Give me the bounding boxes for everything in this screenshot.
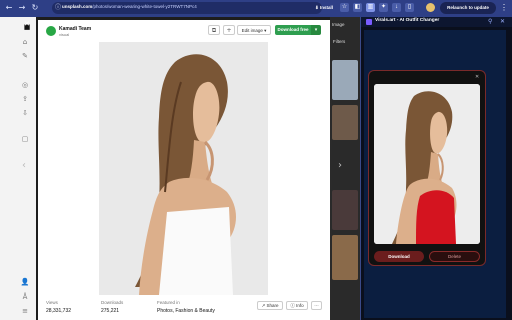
home-icon[interactable]: ⌂ <box>20 37 30 47</box>
extension-icons: ☆ ◧ ▥ ✦ ↓ ▯ <box>340 3 414 13</box>
star-icon[interactable]: ☆ <box>340 3 349 12</box>
browser-menu-icon[interactable]: ⋮ <box>500 3 508 13</box>
install-button[interactable]: ⬇ Install <box>315 3 333 13</box>
extension-logo-icon <box>366 19 372 25</box>
add-to-collection-icon[interactable]: + <box>223 25 235 35</box>
previous-photo-icon[interactable]: ‹ <box>22 160 26 171</box>
pin-icon[interactable]: ⚲ <box>488 18 492 25</box>
download-free-button[interactable]: Download free <box>275 25 311 35</box>
featured-label: Featured in <box>157 300 180 305</box>
user-icon[interactable]: 👤 <box>20 277 30 287</box>
puzzle-icon[interactable]: ✦ <box>379 3 388 12</box>
info-button[interactable]: ⓘ Info <box>286 301 308 310</box>
forward-icon[interactable]: → <box>17 3 27 13</box>
gallery-thumbnail[interactable] <box>332 60 358 100</box>
gallery-thumbnail[interactable] <box>332 105 358 140</box>
author-avatar[interactable] <box>46 26 56 36</box>
download-result-button[interactable]: Download <box>374 251 424 262</box>
extension-icon[interactable]: ◧ <box>353 3 362 12</box>
upload-icon[interactable]: ⇪ <box>20 94 30 104</box>
share-button[interactable]: ↗ Share <box>257 301 283 310</box>
collection-icon[interactable]: ▢ <box>20 134 30 144</box>
delete-result-button[interactable]: Delete <box>429 251 480 262</box>
language-icon[interactable]: Å <box>20 292 30 302</box>
close-result-icon[interactable]: ✕ <box>475 74 479 80</box>
strip-label: Image <box>332 22 345 27</box>
download-icon[interactable]: ↓ <box>392 3 401 12</box>
edit-icon[interactable]: ✎ <box>20 51 30 61</box>
close-icon[interactable]: ✕ <box>24 20 30 28</box>
gallery-thumbnail[interactable] <box>332 235 358 280</box>
downloads-value: 275,221 <box>101 308 120 314</box>
explore-icon[interactable]: ◎ <box>20 80 30 90</box>
views-label: Views <box>46 300 58 305</box>
gallery-thumbnail[interactable] <box>332 190 358 230</box>
outfit-result-image[interactable] <box>374 84 480 244</box>
reload-icon[interactable]: ↻ <box>30 3 40 13</box>
edit-image-button[interactable]: Edit image ▾ <box>237 25 271 35</box>
close-panel-icon[interactable]: ✕ <box>500 18 505 25</box>
download-options-chevron-icon[interactable]: ▾ <box>311 25 321 35</box>
featured-value[interactable]: Photos, Fashion & Beauty <box>157 308 215 314</box>
side-panel-title: Virals.art - AI Outfit Changer <box>375 18 440 23</box>
sidebar-toggle-icon[interactable]: ▯ <box>405 3 414 12</box>
profile-avatar[interactable] <box>426 3 435 12</box>
downloads-label: Downloads <box>101 300 124 305</box>
back-icon[interactable]: ← <box>4 3 14 13</box>
relaunch-button[interactable]: Relaunch to update <box>440 2 496 14</box>
author-handle: visual <box>59 32 70 37</box>
more-options-button[interactable]: ··· <box>311 301 322 310</box>
menu-icon[interactable]: ≡ <box>20 306 30 316</box>
left-rail <box>0 17 36 320</box>
download-icon[interactable]: ⇩ <box>20 108 30 118</box>
bookmark-icon[interactable]: ⧉ <box>208 25 220 35</box>
url-text: unsplash.com/photos/woman-wearing-white-… <box>62 4 197 9</box>
views-value: 28,331,732 <box>46 308 72 314</box>
filters-label[interactable]: Filters <box>333 39 345 44</box>
side-panel-icon[interactable]: ▥ <box>366 3 375 12</box>
main-photo[interactable] <box>99 42 268 295</box>
next-photo-icon[interactable]: › <box>338 160 342 171</box>
